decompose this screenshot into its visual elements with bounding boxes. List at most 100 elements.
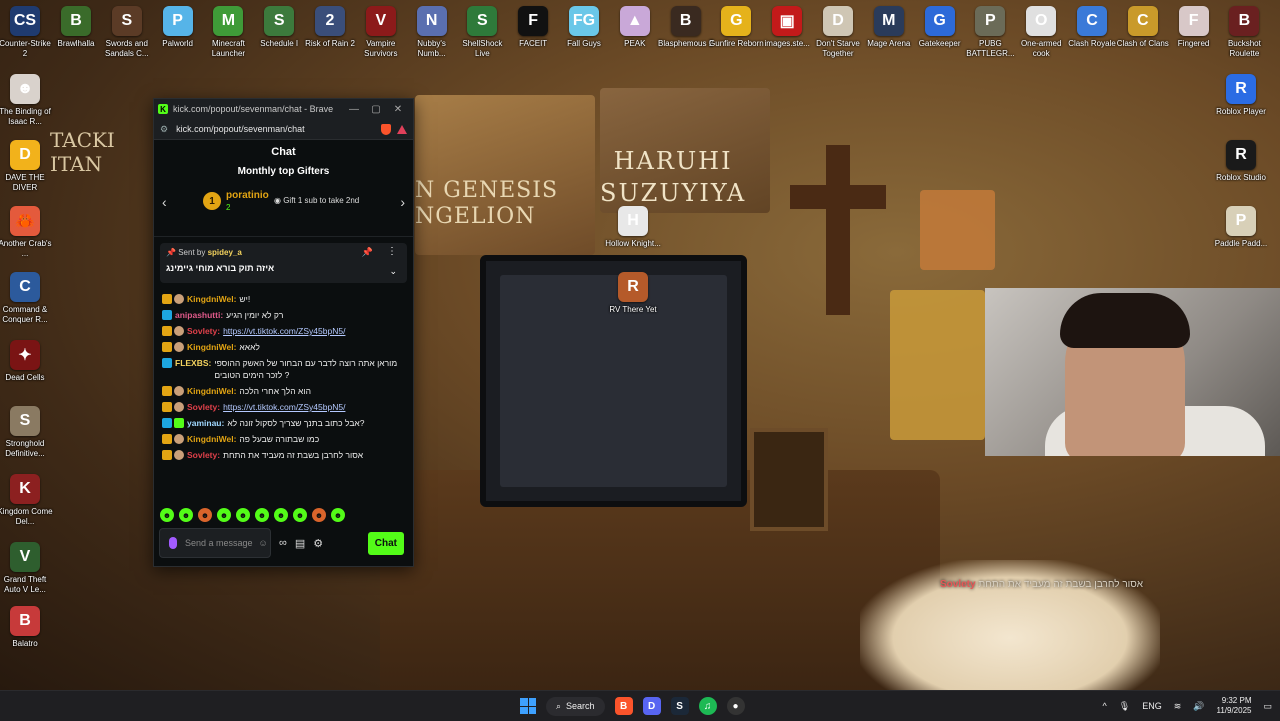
address-bar[interactable]: ⚙ kick.com/popout/sevenman/chat	[154, 119, 413, 140]
desktop-icon-left[interactable]: V Grand Theft Auto V Le...	[1, 542, 49, 595]
desktop-icon-middle[interactable]: H Hollow Knight...	[605, 206, 661, 249]
emoji-icon[interactable]: ☺	[259, 538, 268, 548]
chat-username[interactable]: KingdniWel:	[187, 293, 236, 305]
site-settings-icon[interactable]: ⚙	[160, 124, 168, 135]
desktop-icon-left[interactable]: 🦀 Another Crab's ...	[0, 206, 52, 259]
language-indicator[interactable]: ENG	[1142, 701, 1162, 711]
desktop-icon-top[interactable]: B Brawlhalla	[52, 6, 100, 49]
maximize-icon[interactable]: ▢	[365, 104, 387, 115]
browser-titlebar[interactable]: K kick.com/popout/sevenman/chat - Brave …	[154, 99, 413, 119]
wifi-icon[interactable]: ≋	[1174, 701, 1182, 712]
desktop-icon-top[interactable]: S Schedule I	[255, 6, 303, 49]
discord-icon[interactable]: D	[642, 697, 661, 715]
clock[interactable]: 9:32 PM 11/9/2025	[1216, 696, 1251, 716]
emote-icon[interactable]: ☻	[331, 508, 345, 522]
gifter-name[interactable]: poratinio	[226, 190, 269, 201]
chevron-left-icon[interactable]: ‹	[162, 194, 167, 210]
chat-username[interactable]: KingdniWel:	[187, 385, 236, 397]
pin-icon[interactable]: 📌	[362, 247, 373, 258]
chat-link[interactable]: https://vt.tiktok.com/ZSy45bpN5/	[223, 326, 345, 336]
infinity-icon[interactable]: ∞	[279, 537, 287, 549]
chat-username[interactable]: Sovlety:	[187, 401, 220, 413]
store-icon[interactable]: ▤	[295, 537, 305, 550]
brave-shield-icon[interactable]	[381, 123, 391, 135]
volume-icon[interactable]: 🔊	[1193, 701, 1204, 712]
user-badges	[162, 434, 184, 444]
chat-link[interactable]: https://vt.tiktok.com/ZSy45bpN5/	[223, 402, 345, 412]
desktop-icon-left[interactable]: ☻ The Binding of Isaac R...	[0, 74, 51, 127]
emote-icon[interactable]: ☻	[198, 508, 212, 522]
desktop-icon-top[interactable]: S Swords and Sandals C...	[103, 6, 151, 59]
chevron-up-icon[interactable]: ^	[1103, 701, 1107, 711]
desktop-icon-top[interactable]: G Gatekeeper	[916, 6, 964, 49]
pinned-sender[interactable]: spidey_a	[208, 248, 242, 257]
desktop-icon-top[interactable]: M Minecraft Launcher	[204, 6, 252, 59]
desktop-icon-top[interactable]: S ShellShock Live	[458, 6, 506, 59]
chat-username[interactable]: anipashutti:	[175, 309, 223, 321]
chevron-down-icon[interactable]: ⌄	[389, 266, 397, 277]
desktop-icon-top[interactable]: B Buckshot Roulette	[1220, 6, 1268, 59]
chat-username[interactable]: FLEXBS:	[175, 357, 211, 369]
desktop-icon-middle[interactable]: R RV There Yet	[609, 272, 657, 315]
desktop-icon-top[interactable]: G Gunfire Reborn	[709, 6, 764, 49]
desktop-icon-left[interactable]: D DAVE THE DIVER	[1, 140, 49, 193]
message-input[interactable]: Send a message ☺	[159, 528, 271, 558]
desktop-icon-top[interactable]: F FACEIT	[509, 6, 557, 49]
brave-browser-icon[interactable]: B	[614, 697, 633, 715]
mic-icon[interactable]	[169, 537, 177, 549]
desktop-icon-left[interactable]: ✦ Dead Cells	[1, 340, 49, 383]
desktop-icon-right[interactable]: R Roblox Player	[1216, 74, 1266, 117]
notifications-icon[interactable]: ▭	[1263, 701, 1272, 712]
desktop-icon-top[interactable]: C Clash of Clans	[1117, 6, 1169, 49]
desktop-icon-top[interactable]: V Vampire Survivors	[357, 6, 405, 59]
settings-icon[interactable]: ⚙	[313, 537, 323, 550]
desktop-icon-right[interactable]: R Roblox Studio	[1216, 140, 1266, 183]
desktop-icon-top[interactable]: O One-armed cook	[1017, 6, 1065, 59]
spotify-icon[interactable]: ♫	[698, 697, 717, 715]
desktop-icon-top[interactable]: B Blasphemous 2	[658, 6, 713, 49]
desktop-icon-top[interactable]: FG Fall Guys	[560, 6, 608, 49]
obs-icon[interactable]: ●	[726, 697, 745, 715]
desktop-icon-left[interactable]: B Balatro	[1, 606, 49, 649]
desktop-icon-top[interactable]: F Fingered	[1170, 6, 1218, 49]
chat-username[interactable]: Sovlety:	[187, 325, 220, 337]
taskbar-search[interactable]: ⌕ Search	[546, 696, 605, 716]
desktop-icon-left[interactable]: C Command & Conquer R...	[1, 272, 49, 325]
desktop-icon-top[interactable]: 2 Risk of Rain 2	[305, 6, 355, 49]
desktop-icon-left[interactable]: K Kingdom Come Del...	[0, 474, 53, 527]
emote-icon[interactable]: ☻	[179, 508, 193, 522]
close-icon[interactable]: ✕	[387, 104, 409, 115]
chat-username[interactable]: yaminau:	[187, 417, 224, 429]
url-text[interactable]: kick.com/popout/sevenman/chat	[176, 124, 377, 134]
steam-icon[interactable]: S	[670, 697, 689, 715]
chevron-right-icon[interactable]: ›	[400, 194, 405, 210]
desktop-icon-left[interactable]: S Stronghold Definitive...	[1, 406, 49, 459]
emote-icon[interactable]: ☻	[217, 508, 231, 522]
pinned-message[interactable]: 📌 Sent by spidey_a איזה תוק בורא מוחי גי…	[160, 243, 407, 283]
desktop-icon-top[interactable]: P PUBG BATTLEGR...	[966, 6, 1015, 59]
emote-icon[interactable]: ☻	[160, 508, 174, 522]
emote-icon[interactable]: ☻	[293, 508, 307, 522]
desktop-icon-top[interactable]: ▣ images.ste...	[763, 6, 811, 49]
emote-icon[interactable]: ☻	[255, 508, 269, 522]
emote-icon[interactable]: ☻	[312, 508, 326, 522]
chat-username[interactable]: KingdniWel:	[187, 341, 236, 353]
emote-icon[interactable]: ☻	[274, 508, 288, 522]
brave-rewards-icon[interactable]	[397, 124, 407, 134]
desktop-icon-top[interactable]: M Mage Arena	[865, 6, 913, 49]
desktop-icon-top[interactable]: P Palworld	[154, 6, 202, 49]
minimize-icon[interactable]: —	[343, 104, 365, 115]
microphone-icon[interactable]: 🎙	[1119, 701, 1130, 712]
desktop-icon-top[interactable]: D Don't Starve Together	[814, 6, 862, 59]
more-options-icon[interactable]: ⋮	[387, 246, 397, 257]
emote-icon[interactable]: ☻	[236, 508, 250, 522]
desktop-icon-left[interactable]: CS Counter-Strike 2	[0, 6, 51, 59]
desktop-icon-top[interactable]: C Clash Royale	[1068, 6, 1116, 49]
send-chat-button[interactable]: Chat	[367, 531, 404, 555]
desktop-icon-top[interactable]: ▲ PEAK	[611, 6, 659, 49]
windows-start-icon[interactable]	[520, 698, 536, 714]
chat-username[interactable]: Sovlety:	[187, 449, 220, 461]
chat-username[interactable]: KingdniWel:	[187, 433, 236, 445]
desktop-icon-right[interactable]: P Paddle Padd...	[1215, 206, 1267, 249]
desktop-icon-top[interactable]: N Nubby's Numb...	[408, 6, 456, 59]
